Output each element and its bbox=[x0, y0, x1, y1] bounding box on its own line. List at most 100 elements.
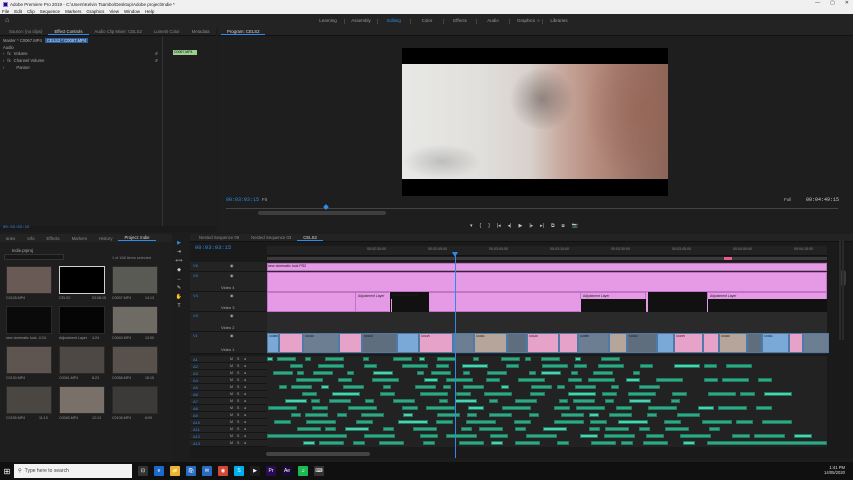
audio-clip[interactable] bbox=[609, 413, 632, 417]
program-timecode[interactable]: 00:03:03:15 bbox=[226, 197, 259, 203]
video-track-header[interactable]: V6 ◉ bbox=[190, 262, 267, 272]
audio-clip[interactable] bbox=[329, 399, 351, 403]
mic-icon[interactable]: ● bbox=[244, 399, 246, 403]
audio-clip[interactable] bbox=[290, 364, 303, 368]
video-clip[interactable] bbox=[657, 333, 674, 353]
audio-clip[interactable] bbox=[531, 385, 552, 389]
extract-icon[interactable]: ⧈ bbox=[562, 223, 565, 229]
project-item-thumbnail[interactable] bbox=[112, 386, 158, 414]
audio-clip[interactable] bbox=[764, 392, 792, 396]
audio-clip[interactable] bbox=[486, 378, 500, 382]
audio-clip[interactable] bbox=[591, 441, 616, 445]
audio-clip[interactable] bbox=[473, 357, 479, 361]
video-clip[interactable] bbox=[397, 333, 419, 353]
track-name[interactable]: A4 bbox=[193, 378, 198, 383]
track-name[interactable]: V6 bbox=[193, 263, 198, 268]
audio-clip[interactable] bbox=[756, 406, 772, 410]
audio-clip[interactable] bbox=[616, 406, 632, 410]
audio-clip[interactable] bbox=[601, 357, 620, 361]
mic-icon[interactable]: ● bbox=[244, 357, 246, 361]
audio-track-header[interactable]: A9 M S ● bbox=[190, 412, 267, 419]
taskbar-search-input[interactable]: ⚲ Type here to search bbox=[14, 464, 132, 478]
audio-clip[interactable] bbox=[525, 357, 531, 361]
project-item-thumbnail[interactable] bbox=[112, 306, 158, 334]
audio-clip[interactable] bbox=[402, 364, 428, 368]
audio-clip[interactable] bbox=[643, 441, 668, 445]
audio-clip[interactable] bbox=[568, 392, 596, 396]
play-icon[interactable]: ▶ bbox=[518, 223, 522, 229]
audio-clip[interactable] bbox=[353, 441, 365, 445]
mic-icon[interactable]: ● bbox=[244, 378, 246, 382]
audio-track-lane[interactable] bbox=[267, 363, 827, 370]
audio-clip[interactable] bbox=[740, 392, 755, 396]
track-name[interactable]: A5 bbox=[193, 385, 198, 390]
mic-icon[interactable]: ● bbox=[244, 371, 246, 375]
project-item-thumbnail[interactable] bbox=[6, 386, 52, 414]
audio-clip[interactable] bbox=[461, 427, 472, 431]
video-clip[interactable] bbox=[559, 333, 578, 353]
audio-clip[interactable] bbox=[726, 364, 752, 368]
audio-clip[interactable] bbox=[398, 420, 428, 424]
audio-clip[interactable] bbox=[305, 357, 311, 361]
workspace-more-button[interactable]: » bbox=[537, 18, 540, 24]
menu-window[interactable]: Window bbox=[124, 9, 140, 14]
tab-markers[interactable]: Markers bbox=[66, 236, 94, 241]
track-name[interactable]: A2 bbox=[193, 364, 198, 369]
audio-clip[interactable] bbox=[348, 406, 377, 410]
eye-icon[interactable]: ◉ bbox=[230, 313, 234, 318]
menu-file[interactable]: File bbox=[2, 9, 9, 14]
video-track-lane[interactable]: Adjustment Layer Adjustment Layer Adjustme… bbox=[267, 292, 827, 312]
audio-clip[interactable] bbox=[439, 399, 448, 403]
audio-clip[interactable] bbox=[365, 399, 374, 403]
keyboard-icon[interactable]: ⌨ bbox=[314, 466, 324, 476]
audio-clip[interactable] bbox=[541, 371, 561, 375]
audio-clip[interactable] bbox=[633, 371, 640, 375]
audio-clip[interactable] bbox=[530, 392, 545, 396]
audio-clip[interactable] bbox=[373, 371, 393, 375]
program-monitor-title[interactable]: Program: CELS2 bbox=[221, 29, 266, 35]
audio-clip[interactable] bbox=[571, 371, 578, 375]
audio-clip[interactable] bbox=[736, 420, 753, 424]
solo-icon[interactable]: S bbox=[237, 385, 239, 389]
pen-tool-icon[interactable]: ✎ bbox=[177, 285, 181, 291]
audio-clip[interactable] bbox=[529, 371, 536, 375]
track-name[interactable]: A3 bbox=[193, 371, 198, 376]
menu-clip[interactable]: Clip bbox=[27, 9, 35, 14]
audio-clip[interactable] bbox=[501, 385, 509, 389]
audio-clip[interactable] bbox=[628, 392, 656, 396]
mini-timeline-clip[interactable]: C0067.MP4 bbox=[173, 50, 197, 55]
menu-graphics[interactable]: Graphics bbox=[86, 9, 104, 14]
video-clip[interactable]: C0021 bbox=[762, 333, 789, 353]
mute-icon[interactable]: M bbox=[230, 371, 233, 375]
mic-icon[interactable]: ● bbox=[244, 434, 246, 438]
add-marker-icon[interactable]: ▾ bbox=[470, 223, 473, 229]
audio-track-header[interactable]: A5 M S ● bbox=[190, 384, 267, 391]
audio-track-header[interactable]: A6 M S ● bbox=[190, 391, 267, 398]
audio-clip[interactable] bbox=[456, 392, 471, 396]
audio-clip[interactable] bbox=[602, 392, 617, 396]
audio-clip[interactable] bbox=[415, 385, 436, 389]
menu-view[interactable]: View bbox=[109, 9, 119, 14]
audio-clip[interactable] bbox=[573, 399, 595, 403]
audio-clip[interactable] bbox=[575, 385, 596, 389]
audio-clip[interactable] bbox=[372, 378, 399, 382]
step-back-icon[interactable]: ◂| bbox=[508, 223, 512, 229]
adjustment-layer-clip[interactable] bbox=[267, 272, 827, 292]
audio-clip[interactable] bbox=[665, 427, 689, 431]
audio-clip[interactable] bbox=[618, 420, 648, 424]
type-tool-icon[interactable]: T bbox=[177, 303, 180, 309]
workspace-tab-assembly[interactable]: Assembly bbox=[345, 18, 377, 24]
audio-clip[interactable] bbox=[557, 441, 569, 445]
project-item-thumbnail[interactable] bbox=[6, 266, 52, 294]
audio-clip[interactable] bbox=[677, 413, 700, 417]
track-select-tool-icon[interactable]: ⇥ bbox=[177, 249, 181, 255]
audio-clip[interactable] bbox=[529, 413, 539, 417]
audio-clip[interactable] bbox=[356, 420, 373, 424]
mute-icon[interactable]: M bbox=[230, 441, 233, 445]
tab-audio-clip-mixer[interactable]: Audio Clip Mixer: CELS2 bbox=[89, 29, 148, 34]
audio-clip[interactable] bbox=[683, 441, 695, 445]
video-clip[interactable]: C0041 bbox=[474, 333, 507, 353]
project-item-thumbnail[interactable] bbox=[6, 346, 52, 374]
project-bin-name[interactable]: Indie.prproj bbox=[12, 248, 33, 253]
track-name[interactable]: A8 bbox=[193, 406, 198, 411]
